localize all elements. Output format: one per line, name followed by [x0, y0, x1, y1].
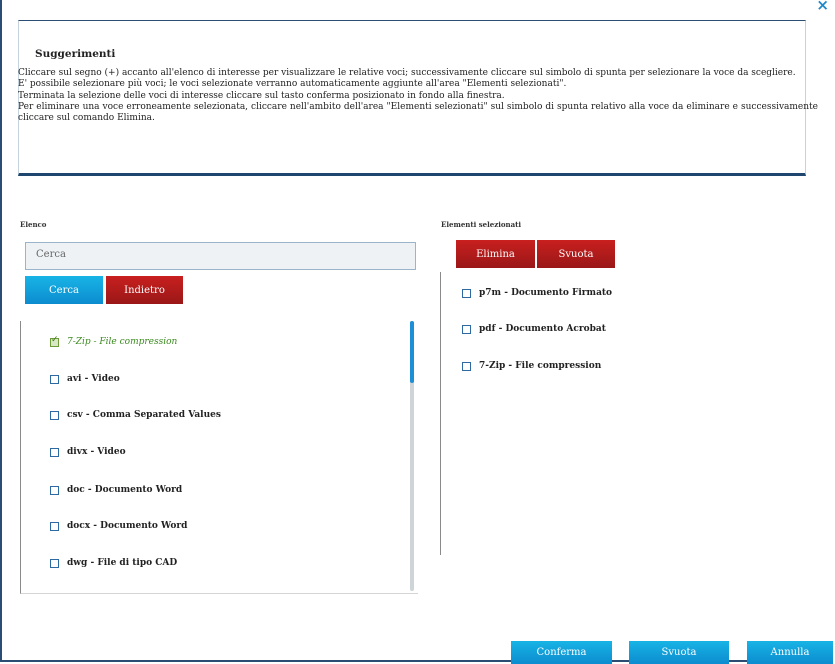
checkbox[interactable] — [462, 288, 471, 298]
elenco-label: Elenco — [20, 220, 47, 229]
checkbox[interactable] — [50, 410, 59, 420]
tips-title: Suggerimenti — [35, 48, 116, 60]
list-item-label: docx - Documento Word — [67, 521, 188, 531]
selected-item[interactable]: pdf - Documento Acrobat — [462, 324, 606, 334]
list-item[interactable]: csv - Comma Separated Values — [50, 410, 221, 420]
selected-item[interactable]: p7m - Documento Firmato — [462, 288, 612, 298]
elimina-button[interactable]: Elimina — [456, 240, 535, 268]
checkbox[interactable] — [462, 324, 471, 334]
section-divider — [440, 272, 441, 555]
svuota-button[interactable]: Svuota — [629, 641, 729, 664]
checkbox[interactable] — [50, 521, 59, 531]
checkbox[interactable] — [50, 374, 59, 384]
scrollbar-thumb[interactable] — [410, 321, 414, 383]
cerca-button[interactable]: Cerca — [25, 276, 103, 304]
annulla-button[interactable]: Annulla — [747, 641, 833, 664]
selected-item-label: pdf - Documento Acrobat — [479, 324, 606, 334]
indietro-button[interactable]: Indietro — [106, 276, 183, 304]
svuota-selected-button[interactable]: Svuota — [537, 240, 615, 268]
search-input[interactable]: Cerca — [25, 242, 416, 270]
tips-line: E' possibile selezionare più voci; le vo… — [18, 79, 567, 90]
selected-item[interactable]: 7-Zip - File compression — [462, 361, 601, 371]
list-item-label: avi - Video — [67, 374, 120, 384]
close-icon[interactable]: × — [816, 0, 829, 14]
tips-line: Cliccare sul segno (+) accanto all'elenc… — [18, 68, 796, 78]
list-item[interactable]: divx - Video — [50, 447, 126, 457]
list-item-label: csv - Comma Separated Values — [67, 410, 221, 420]
list-item[interactable]: dwg - File di tipo CAD — [50, 558, 177, 568]
checkbox[interactable] — [50, 558, 59, 568]
selezionati-label: Elementi selezionati — [441, 220, 522, 229]
list-item-label: doc - Documento Word — [67, 485, 183, 495]
checkbox[interactable] — [462, 361, 471, 371]
tips-line: Per eliminare una voce erroneamente sele… — [18, 101, 818, 124]
checkbox-checked[interactable] — [50, 335, 59, 347]
checkbox[interactable] — [50, 485, 59, 495]
conferma-button[interactable]: Conferma — [511, 641, 612, 664]
selected-item-label: p7m - Documento Firmato — [479, 288, 613, 298]
checkbox[interactable] — [50, 447, 59, 457]
list-item-label: dwg - File di tipo CAD — [67, 558, 178, 568]
list-item-label: 7-Zip - File compression — [67, 337, 178, 347]
list-item-label: divx - Video — [67, 447, 126, 457]
list-item[interactable]: 7-Zip - File compression — [50, 335, 178, 347]
tips-text: Cliccare sul segno (+) accanto all'elenc… — [18, 68, 818, 124]
selected-item-label: 7-Zip - File compression — [479, 361, 602, 371]
list-item[interactable]: doc - Documento Word — [50, 485, 182, 495]
tips-line: Terminata la selezione delle voci di int… — [18, 90, 505, 101]
list-item[interactable]: docx - Documento Word — [50, 521, 187, 531]
elenco-list[interactable] — [20, 321, 418, 594]
list-item[interactable]: avi - Video — [50, 374, 120, 384]
